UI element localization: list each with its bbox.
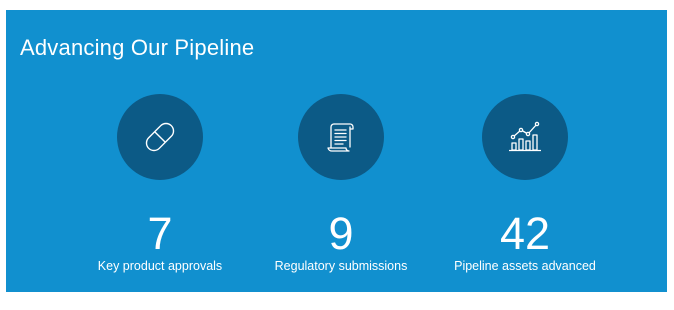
icon-circle	[298, 94, 384, 180]
stat-value: 9	[328, 208, 354, 259]
growth-chart-icon	[509, 121, 541, 152]
pipeline-panel: Advancing Our Pipeline 7 Key product app…	[6, 10, 667, 292]
stat-regulatory-submissions: 9 Regulatory submissions	[251, 94, 431, 274]
pill-capsule-icon	[145, 122, 175, 152]
stat-pipeline-assets-advanced: 42 Pipeline assets advanced	[435, 94, 615, 274]
stat-label: Key product approvals	[97, 259, 223, 273]
stat-label: Regulatory submissions	[274, 259, 408, 273]
stat-value: 7	[147, 208, 173, 259]
stat-label: Pipeline assets advanced	[454, 259, 596, 273]
stat-key-product-approvals: 7 Key product approvals	[70, 94, 250, 274]
stat-value: 42	[499, 208, 551, 259]
document-scroll-icon	[327, 123, 354, 152]
icon-circle	[117, 94, 203, 180]
icon-circle	[482, 94, 568, 180]
panel-title: Advancing Our Pipeline	[20, 35, 255, 60]
